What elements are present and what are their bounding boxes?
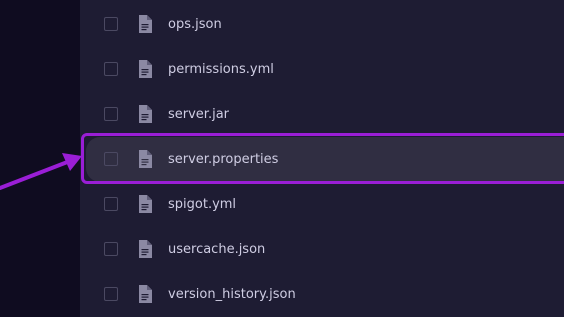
file-document-icon: [138, 195, 152, 213]
file-row[interactable]: usercache.json: [86, 227, 564, 272]
file-checkbox[interactable]: [104, 152, 118, 166]
file-document-icon: [138, 15, 152, 33]
file-document-icon: [138, 60, 152, 78]
file-document-icon: [138, 240, 152, 258]
file-checkbox[interactable]: [104, 197, 118, 211]
file-document-icon: [138, 285, 152, 303]
file-document-icon: [138, 150, 152, 168]
file-name[interactable]: permissions.yml: [168, 47, 274, 92]
file-row[interactable]: server.jar: [86, 92, 564, 137]
file-checkbox[interactable]: [104, 17, 118, 31]
file-name[interactable]: usercache.json: [168, 227, 265, 272]
file-row[interactable]: permissions.yml: [86, 47, 564, 92]
file-name[interactable]: server.properties: [168, 137, 278, 182]
file-name[interactable]: ops.json: [168, 2, 222, 47]
left-gutter: [0, 0, 80, 317]
file-checkbox[interactable]: [104, 62, 118, 76]
file-checkbox[interactable]: [104, 242, 118, 256]
file-name[interactable]: server.jar: [168, 92, 229, 137]
file-name[interactable]: spigot.yml: [168, 182, 236, 227]
file-row[interactable]: ops.json: [86, 2, 564, 47]
file-row[interactable]: spigot.yml: [86, 182, 564, 227]
file-name[interactable]: version_history.json: [168, 272, 296, 317]
file-document-icon: [138, 105, 152, 123]
file-checkbox[interactable]: [104, 287, 118, 301]
file-checkbox[interactable]: [104, 107, 118, 121]
file-row-selected[interactable]: server.properties: [86, 137, 564, 182]
file-row[interactable]: version_history.json: [86, 272, 564, 317]
